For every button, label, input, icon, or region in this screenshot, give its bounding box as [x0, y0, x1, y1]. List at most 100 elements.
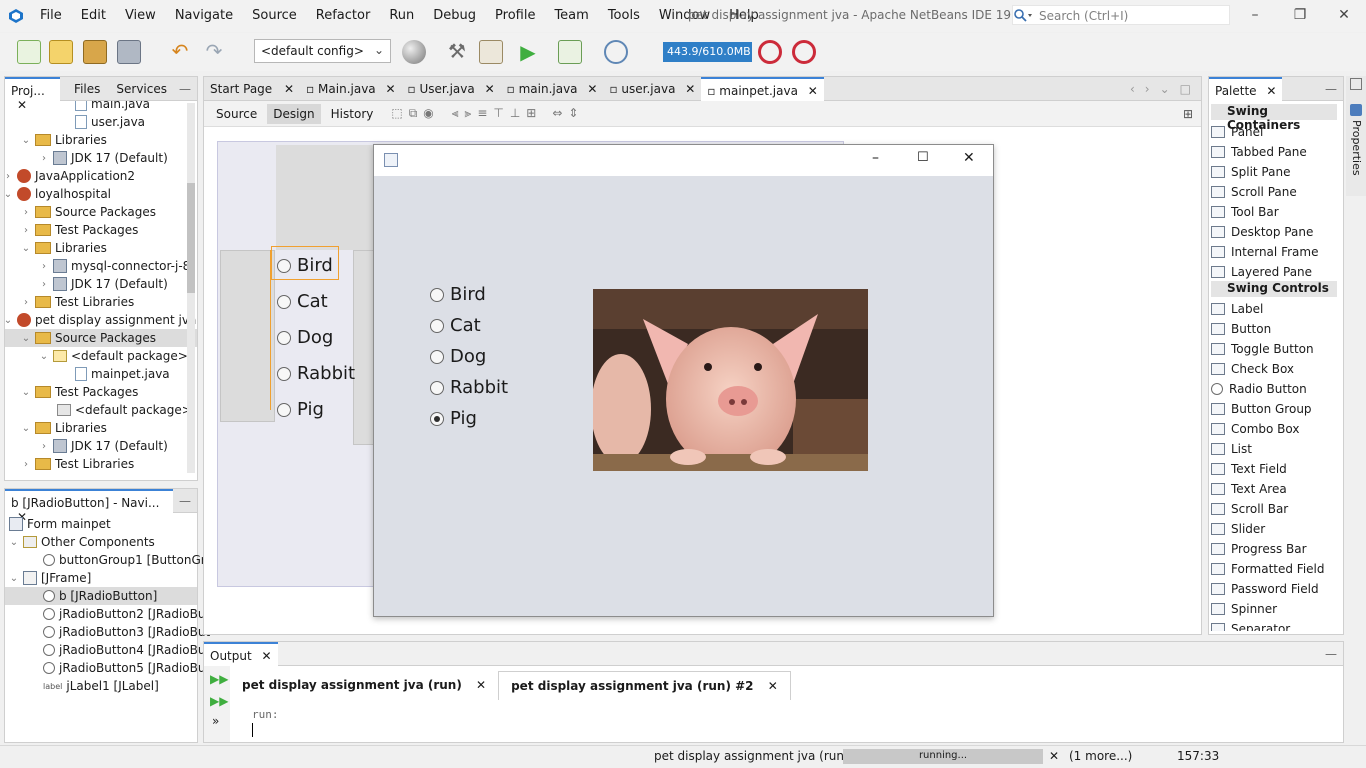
tree-item[interactable]: <default package> [57, 401, 192, 419]
status-task[interactable]: pet display assignment jva (run) #2 [654, 749, 870, 763]
save-all-icon[interactable] [117, 40, 141, 64]
selection-mode-icon[interactable]: ⬚ [391, 106, 402, 121]
palette-item[interactable]: Check Box [1211, 359, 1294, 379]
palette-item[interactable]: Tabbed Pane [1211, 142, 1307, 162]
tree-item[interactable]: label jLabel1 [JLabel] [43, 677, 159, 695]
palette-item[interactable]: Panel [1211, 122, 1263, 142]
tree-item[interactable]: ⌄ Libraries [21, 419, 107, 437]
tree-item[interactable]: main.java [75, 101, 150, 113]
close-button[interactable]: ✕ [963, 150, 975, 166]
radio-cat[interactable]: Cat [430, 315, 481, 336]
redo-icon[interactable]: ↷ [202, 40, 226, 64]
close-icon[interactable]: ✕ [485, 82, 495, 96]
radio-pig[interactable]: Pig [430, 408, 477, 429]
design-radio-dog[interactable]: Dog [277, 327, 333, 348]
close-icon[interactable]: ✕ [768, 679, 778, 693]
preview-design-icon[interactable]: ◉ [423, 106, 433, 121]
tree-item[interactable]: jRadioButton4 [JRadioBut [43, 641, 210, 659]
menu-view[interactable]: View [125, 8, 156, 23]
close-icon[interactable]: ✕ [1266, 84, 1276, 98]
tree-item[interactable]: ⌄ Libraries [21, 239, 107, 257]
tab-files[interactable]: Files [68, 77, 106, 101]
minimize-icon[interactable]: — [173, 489, 197, 513]
tree-item[interactable]: › Source Packages [21, 203, 156, 221]
tree-item[interactable]: mainpet.java [75, 365, 170, 383]
tree-item[interactable]: user.java [75, 113, 145, 131]
config-select[interactable]: <default config> ⌄ [254, 39, 391, 63]
status-more[interactable]: (1 more...) [1069, 749, 1132, 763]
tree-item[interactable]: ⌄ [JFrame] [9, 569, 91, 587]
palette-item[interactable]: Radio Button [1211, 379, 1307, 399]
menu-team[interactable]: Team [554, 8, 588, 23]
close-icon[interactable]: ✕ [385, 82, 395, 96]
palette-category-header[interactable]: Swing Containers [1211, 104, 1337, 132]
running-jframe-window[interactable]: – ☐ ✕ Bird Cat Dog Rabbit Pig [373, 144, 994, 617]
menu-file[interactable]: File [40, 8, 62, 23]
clean-build-icon[interactable] [479, 40, 503, 64]
minimize-button[interactable]: – [1245, 7, 1265, 25]
tab-user-java-2[interactable]: ▫ user.java ✕ [603, 77, 701, 101]
chevron-right-icon[interactable]: › [21, 225, 31, 236]
radio-rabbit[interactable]: Rabbit [430, 377, 508, 398]
run-icon[interactable]: ▶ [516, 40, 540, 64]
new-file-icon[interactable] [17, 40, 41, 64]
subtab-history[interactable]: History [325, 104, 380, 124]
chevron-down-icon[interactable]: ⌄ [5, 189, 13, 200]
palette-item[interactable]: Combo Box [1211, 419, 1300, 439]
tree-item[interactable]: jRadioButton2 [JRadioBut [43, 605, 210, 623]
palette-item[interactable]: Split Pane [1211, 162, 1290, 182]
open-project-icon[interactable] [83, 40, 107, 64]
radio-bird[interactable]: Bird [430, 284, 486, 305]
close-icon[interactable]: ✕ [1049, 749, 1059, 763]
menu-profile[interactable]: Profile [495, 8, 535, 23]
design-radio-cat[interactable]: Cat [277, 291, 328, 312]
output-tab-run-2[interactable]: pet display assignment jva (run) #2 ✕ [498, 670, 791, 700]
maximize-icon[interactable]: □ [1180, 82, 1191, 96]
tree-item[interactable]: Form mainpet [9, 515, 111, 533]
connection-mode-icon[interactable]: ⧉ [409, 106, 418, 121]
close-icon[interactable]: ✕ [284, 82, 294, 96]
tree-item[interactable]: › JavaApplication2 [5, 167, 135, 185]
design-radio-pig[interactable]: Pig [277, 399, 324, 420]
tree-item[interactable]: buttonGroup1 [ButtonGro [43, 551, 213, 569]
palette-item[interactable]: Progress Bar [1211, 539, 1307, 559]
palette-item[interactable]: Spinner [1211, 599, 1277, 619]
menu-source[interactable]: Source [252, 8, 297, 23]
chevron-down-icon[interactable]: ⌄ [21, 135, 31, 146]
chevron-down-icon[interactable]: ⌄ [1160, 82, 1170, 96]
subtab-design[interactable]: Design [267, 103, 321, 124]
undo-icon[interactable]: ↶ [168, 40, 192, 64]
close-icon[interactable]: ✕ [808, 84, 818, 98]
align-right-icon[interactable]: ⫸ [465, 106, 472, 121]
properties-side-tab[interactable]: Properties [1346, 76, 1366, 196]
tab-user-java[interactable]: ▫ User.java ✕ [402, 77, 501, 101]
palette-item[interactable]: Password Field [1211, 579, 1319, 599]
restore-button[interactable]: ❐ [1290, 7, 1310, 25]
palette-category-header[interactable]: Swing Controls [1211, 281, 1337, 297]
tree-item[interactable]: › Test Libraries [21, 293, 134, 311]
tree-item[interactable]: › JDK 17 (Default) [39, 149, 168, 167]
tree-item[interactable]: › mysql-connector-j-8 [39, 257, 190, 275]
tree-item[interactable]: › JDK 17 (Default) [39, 437, 168, 455]
profiler-snapshot-icon[interactable] [792, 40, 816, 64]
tree-item[interactable]: ⌄ Test Packages [21, 383, 139, 401]
tab-services[interactable]: Services [110, 77, 173, 101]
chevron-down-icon[interactable]: ⌄ [21, 243, 31, 254]
tab-output[interactable]: Output ✕ [204, 641, 278, 666]
menu-run[interactable]: Run [389, 8, 414, 23]
palette-item[interactable]: Text Area [1211, 479, 1287, 499]
palette-item[interactable]: Formatted Field [1211, 559, 1325, 579]
output-console[interactable]: run: [238, 704, 1333, 742]
chevron-right-icon[interactable]: › [1145, 82, 1150, 96]
grid-icon[interactable]: ⊞ [1183, 107, 1193, 121]
chevron-down-icon[interactable]: ⌄ [39, 351, 49, 362]
palette-item[interactable]: List [1211, 439, 1252, 459]
palette-item[interactable]: Desktop Pane [1211, 222, 1313, 242]
align-top-icon[interactable]: ⊤ [493, 106, 503, 121]
minimize-icon[interactable]: — [173, 77, 197, 101]
globe-icon[interactable] [402, 40, 426, 64]
design-radio-bird[interactable]: Bird [277, 255, 333, 276]
radio-dog[interactable]: Dog [430, 346, 486, 367]
tree-item[interactable]: ⌄ Libraries [21, 131, 107, 149]
build-hammer-icon[interactable]: ⚒ [445, 40, 469, 64]
